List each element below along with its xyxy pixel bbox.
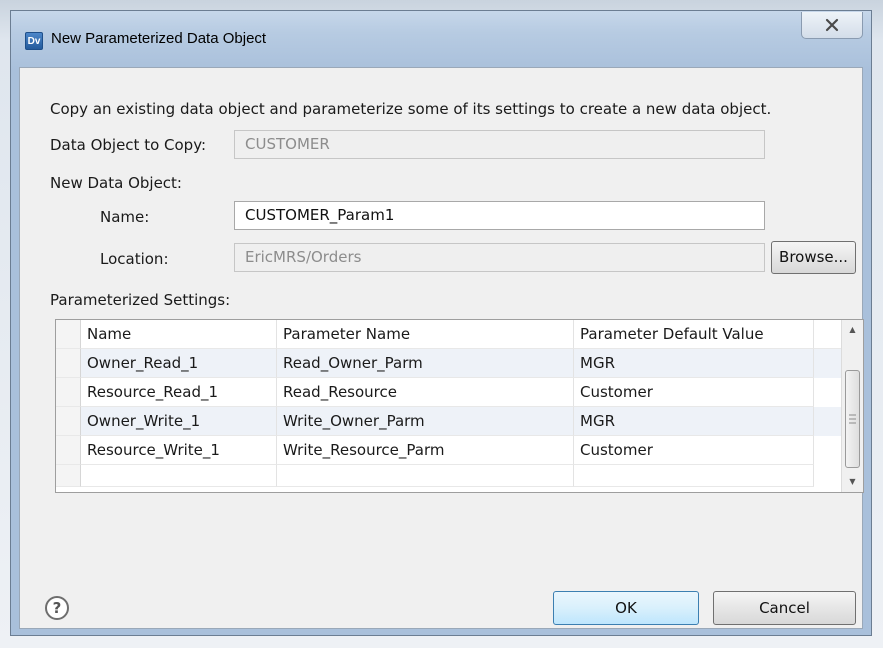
parameters-table: Name Parameter Name Parameter Default Va…	[55, 319, 864, 493]
new-object-label: New Data Object:	[50, 174, 182, 192]
cell-default-value[interactable]: MGR	[574, 407, 814, 436]
name-input[interactable]: CUSTOMER_Param1	[234, 201, 765, 230]
table-header: Name Parameter Name Parameter Default Va…	[56, 320, 841, 350]
cell-name[interactable]: Owner_Write_1	[81, 407, 277, 436]
location-field[interactable]: EricMRS/Orders	[234, 243, 765, 272]
row-selector[interactable]	[56, 407, 81, 436]
column-header-parameter-name[interactable]: Parameter Name	[277, 320, 574, 349]
copy-label: Data Object to Copy:	[50, 136, 207, 154]
scroll-down-icon[interactable]: ▼	[842, 472, 863, 492]
copy-field[interactable]: CUSTOMER	[234, 130, 765, 159]
cell-parameter-name[interactable]: Write_Owner_Parm	[277, 407, 574, 436]
browse-button[interactable]: Browse...	[771, 241, 856, 274]
cell-default-value[interactable]	[574, 465, 814, 487]
table-row[interactable]: Owner_Read_1 Read_Owner_Parm MGR	[56, 349, 841, 378]
header-filler	[814, 320, 841, 349]
dialog-title: New Parameterized Data Object	[51, 30, 267, 47]
table-row-empty[interactable]	[56, 465, 841, 487]
table-row[interactable]: Resource_Read_1 Read_Resource Customer	[56, 378, 841, 407]
scroll-up-icon[interactable]: ▲	[842, 320, 863, 340]
dialog-client: Copy an existing data object and paramet…	[19, 67, 864, 629]
description-text: Copy an existing data object and paramet…	[50, 100, 772, 118]
app-icon: Dv	[25, 32, 43, 50]
settings-label: Parameterized Settings:	[50, 291, 231, 309]
cell-parameter-name[interactable]	[277, 465, 574, 487]
ok-button[interactable]: OK	[553, 591, 699, 625]
location-label: Location:	[100, 250, 169, 268]
close-icon	[825, 18, 839, 32]
column-header-name[interactable]: Name	[81, 320, 277, 349]
column-header-default-value[interactable]: Parameter Default Value	[574, 320, 814, 349]
cell-parameter-name[interactable]: Read_Resource	[277, 378, 574, 407]
grip-icon	[849, 414, 856, 424]
row-selector[interactable]	[56, 436, 81, 465]
help-icon[interactable]: ?	[45, 596, 69, 620]
cell-parameter-name[interactable]: Write_Resource_Parm	[277, 436, 574, 465]
title-bar: Dv New Parameterized Data Object	[11, 11, 871, 67]
scroll-thumb[interactable]	[845, 370, 860, 468]
close-button[interactable]	[801, 12, 863, 39]
dialog-window: Dv New Parameterized Data Object Copy an…	[10, 10, 872, 636]
cell-name[interactable]: Owner_Read_1	[81, 349, 277, 378]
cell-parameter-name[interactable]: Read_Owner_Parm	[277, 349, 574, 378]
cell-name[interactable]	[81, 465, 277, 487]
row-selector[interactable]	[56, 349, 81, 378]
cell-default-value[interactable]: MGR	[574, 349, 814, 378]
row-selector[interactable]	[56, 465, 81, 487]
name-label: Name:	[100, 208, 150, 226]
cell-default-value[interactable]: Customer	[574, 436, 814, 465]
cancel-button[interactable]: Cancel	[713, 591, 856, 625]
cell-name[interactable]: Resource_Read_1	[81, 378, 277, 407]
table-row[interactable]: Owner_Write_1 Write_Owner_Parm MGR	[56, 407, 841, 436]
table-scrollbar[interactable]: ▲ ▼	[841, 320, 863, 492]
row-selector	[56, 320, 81, 349]
row-selector[interactable]	[56, 378, 81, 407]
table-row[interactable]: Resource_Write_1 Write_Resource_Parm Cus…	[56, 436, 841, 465]
cell-default-value[interactable]: Customer	[574, 378, 814, 407]
cell-name[interactable]: Resource_Write_1	[81, 436, 277, 465]
